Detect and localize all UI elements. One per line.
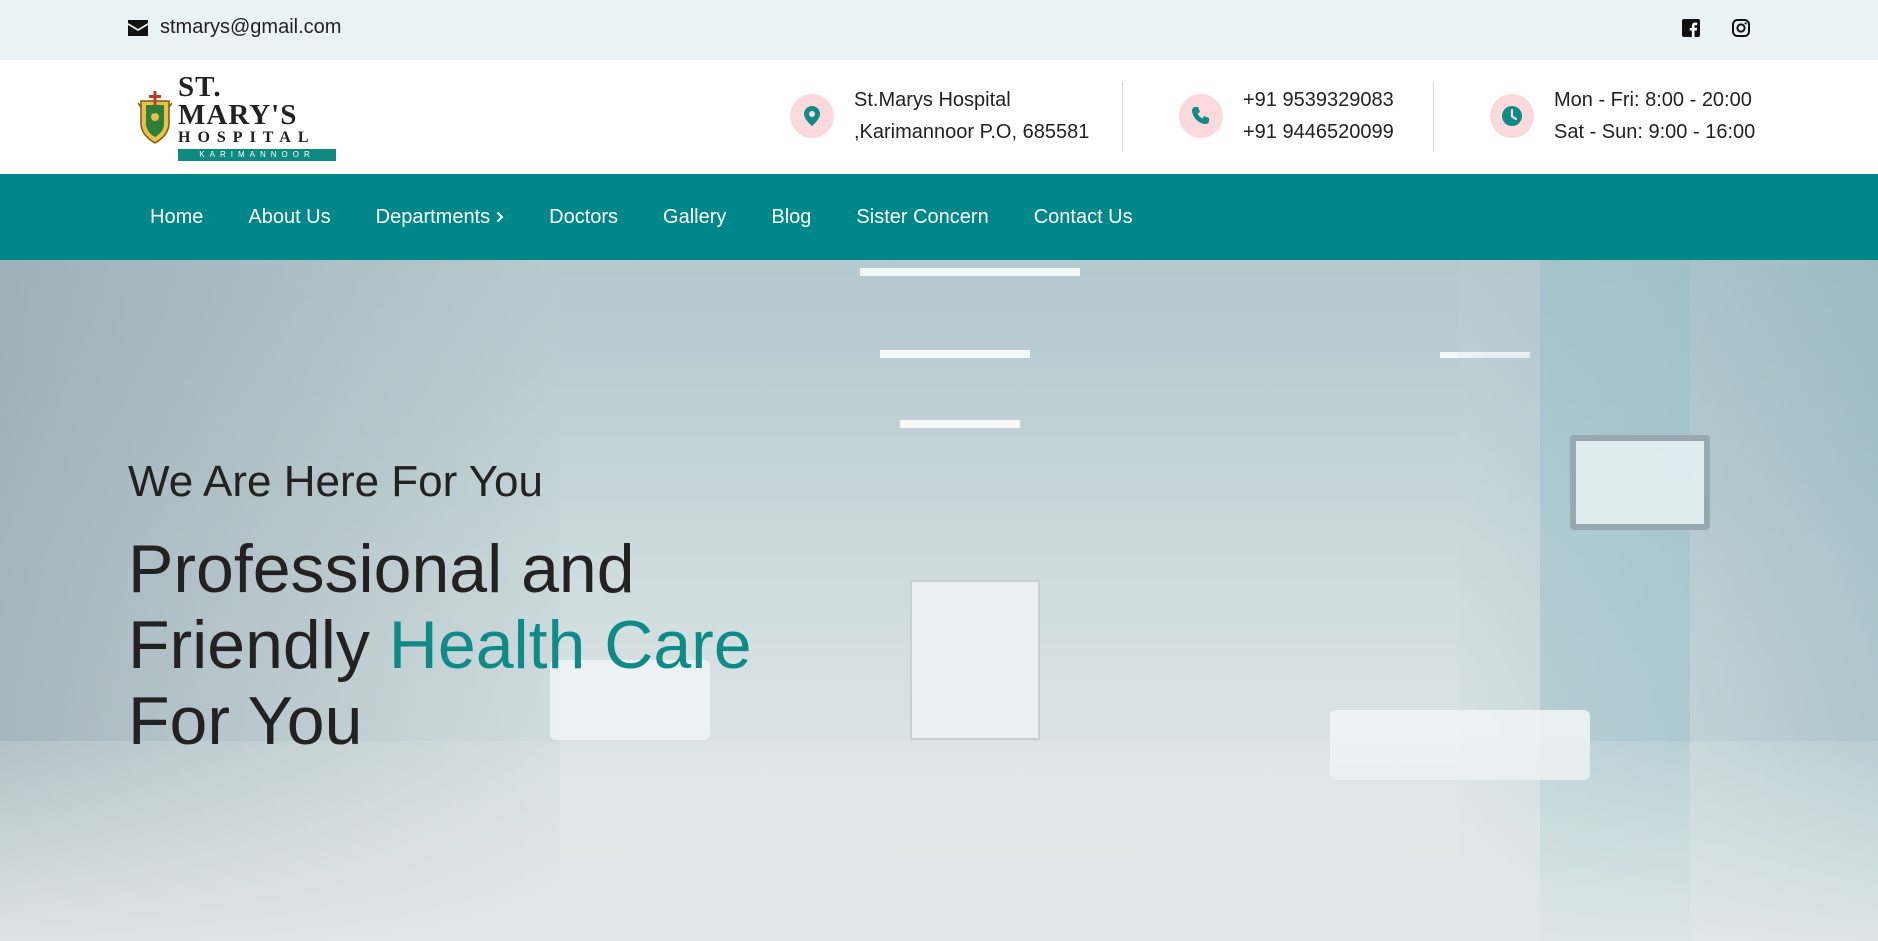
phone-icon <box>1179 94 1223 138</box>
main-navigation: Home About Us Departments Doctors Galler… <box>0 174 1878 260</box>
map-pin-icon <box>790 94 834 138</box>
hero-title-line-1: Professional and <box>128 531 635 607</box>
nav-doctors-label[interactable]: Doctors <box>549 206 618 229</box>
nav-home[interactable]: Home <box>150 206 203 229</box>
chevron-right-icon <box>496 211 504 223</box>
nav-gallery-label[interactable]: Gallery <box>663 206 726 229</box>
hero-title-accent: Health Care <box>388 607 752 683</box>
clock-icon <box>1490 94 1534 138</box>
nav-departments[interactable]: Departments <box>376 206 505 229</box>
instagram-icon[interactable] <box>1730 17 1752 39</box>
phone-number-1[interactable]: +91 9539329083 <box>1243 84 1394 116</box>
hero-title-line-3: For You <box>128 683 363 759</box>
nav-blog-label[interactable]: Blog <box>771 206 811 229</box>
address-line-1: St.Marys Hospital <box>854 89 1011 111</box>
phone-info: +91 9539329083 +91 9446520099 <box>1179 84 1394 148</box>
logo-band: KARIMANNOOR <box>178 149 336 161</box>
nav-about-label[interactable]: About Us <box>248 206 330 229</box>
hours-weekday: Mon - Fri: 8:00 - 20:00 <box>1554 89 1752 111</box>
hero-tagline: We Are Here For You <box>128 457 543 506</box>
phone-number-2[interactable]: +91 9446520099 <box>1243 116 1394 148</box>
nav-home-label[interactable]: Home <box>150 206 203 229</box>
nav-contact-us[interactable]: Contact Us <box>1034 206 1133 229</box>
nav-about-us[interactable]: About Us <box>248 206 330 229</box>
top-bar: stmarys@gmail.com <box>0 0 1878 60</box>
divider <box>1433 82 1434 152</box>
facebook-icon[interactable] <box>1680 17 1702 39</box>
nav-sister-concern-label[interactable]: Sister Concern <box>856 206 988 229</box>
hours-weekend: Sat - Sun: 9:00 - 16:00 <box>1554 121 1756 143</box>
logo-subtitle: HOSPITAL <box>178 129 316 146</box>
divider <box>1122 82 1123 152</box>
hospital-logo[interactable]: ST. MARY'S HOSPITAL KARIMANNOOR <box>137 73 342 161</box>
nav-contact-label[interactable]: Contact Us <box>1034 206 1133 229</box>
hero-title-line-2: Friendly Health Care <box>128 607 752 683</box>
logo-title: ST. MARY'S <box>178 71 298 131</box>
crest-icon <box>137 87 173 147</box>
nav-departments-label[interactable]: Departments <box>376 206 491 229</box>
nav-sister-concern[interactable]: Sister Concern <box>856 206 988 229</box>
address-line-2: ,Karimannoor P.O, 685581 <box>854 121 1090 143</box>
logo-text: ST. MARY'S HOSPITAL KARIMANNOOR <box>178 73 342 161</box>
email-contact[interactable]: stmarys@gmail.com <box>128 16 341 39</box>
address-info: St.Marys Hospital ,Karimannoor P.O, 6855… <box>790 84 1089 148</box>
email-text[interactable]: stmarys@gmail.com <box>160 16 341 39</box>
social-links <box>1680 17 1752 39</box>
nav-doctors[interactable]: Doctors <box>549 206 618 229</box>
hero-title-friendly: Friendly <box>128 607 370 683</box>
hero-banner: We Are Here For You Professional and Fri… <box>0 260 1878 941</box>
site-header: ST. MARY'S HOSPITAL KARIMANNOOR St.Marys… <box>0 60 1878 174</box>
nav-blog[interactable]: Blog <box>771 206 811 229</box>
hero-title: Professional and Friendly Health Care Fo… <box>128 531 752 759</box>
hero-text: We Are Here For You Professional and Fri… <box>128 455 752 759</box>
nav-gallery[interactable]: Gallery <box>663 206 726 229</box>
hours-info: Mon - Fri: 8:00 - 20:00 Sat - Sun: 9:00 … <box>1490 84 1755 148</box>
envelope-icon <box>128 19 148 36</box>
